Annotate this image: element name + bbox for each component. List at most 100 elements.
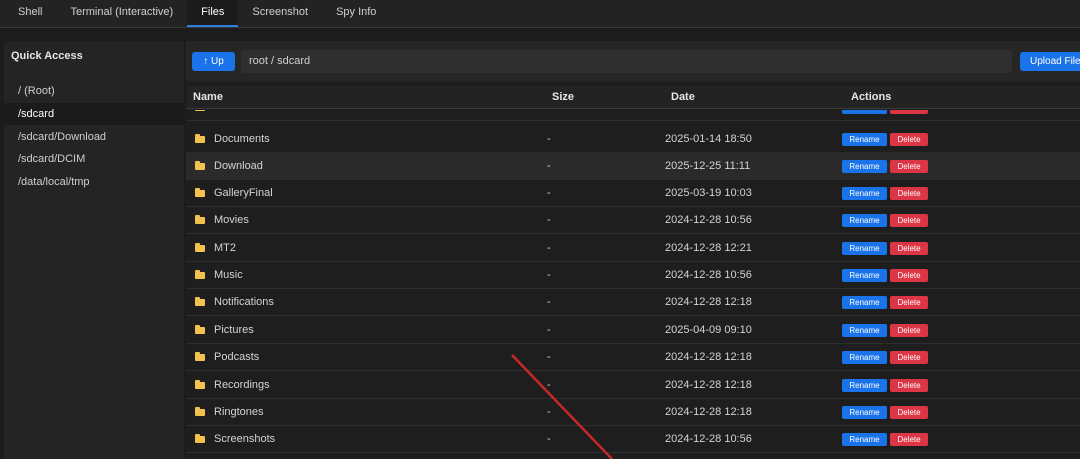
file-size: - xyxy=(547,406,551,418)
column-header-name[interactable]: Name xyxy=(193,86,223,108)
rename-button[interactable]: Rename xyxy=(842,160,887,173)
file-date: 2024-12-28 10:56 xyxy=(665,433,752,445)
file-size: - xyxy=(547,379,551,391)
folder-icon xyxy=(195,243,205,252)
tab-terminal-interactive[interactable]: Terminal (Interactive) xyxy=(56,0,187,27)
rename-button[interactable]: Rename xyxy=(842,269,887,282)
delete-button[interactable]: Delete xyxy=(890,160,928,173)
sidebar-item-sdcard[interactable]: /sdcard xyxy=(4,103,184,125)
upload-file-button[interactable]: Upload File xyxy=(1020,52,1080,71)
table-row[interactable]: Pictures - 2025-04-09 09:10 Rename Delet… xyxy=(186,317,1080,344)
table-header: Name Size Date Actions xyxy=(186,86,1080,109)
folder-icon xyxy=(195,270,205,279)
file-name[interactable]: Documents xyxy=(214,126,270,153)
delete-button[interactable]: Delete xyxy=(890,296,928,309)
delete-button[interactable]: Delete xyxy=(890,406,928,419)
sidebar-item-root[interactable]: / (Root) xyxy=(4,80,184,102)
rename-button[interactable]: Rename xyxy=(842,406,887,419)
table-row[interactable]: DCIM - 2025-03-19 10:03 Rename Delete xyxy=(186,110,1080,121)
file-size: - xyxy=(547,133,551,145)
rename-button[interactable]: Rename xyxy=(842,351,887,364)
file-name[interactable]: Notifications xyxy=(214,289,274,316)
table-row[interactable]: Movies - 2024-12-28 10:56 Rename Delete xyxy=(186,207,1080,234)
table-row[interactable]: Podcasts - 2024-12-28 12:18 Rename Delet… xyxy=(186,344,1080,371)
delete-button[interactable]: Delete xyxy=(890,214,928,227)
delete-button[interactable]: Delete xyxy=(890,187,928,200)
delete-button[interactable]: Delete xyxy=(890,242,928,255)
tab-screenshot[interactable]: Screenshot xyxy=(238,0,322,27)
file-name[interactable]: Screenshots xyxy=(214,426,275,453)
sidebar-item-data-local-tmp[interactable]: /data/local/tmp xyxy=(4,171,184,193)
file-name[interactable]: Recordings xyxy=(214,372,270,399)
up-button[interactable]: ↑ Up xyxy=(192,52,235,71)
sidebar-item-sdcard-dcim[interactable]: /sdcard/DCIM xyxy=(4,148,184,170)
file-size: - xyxy=(547,160,551,172)
column-header-date[interactable]: Date xyxy=(671,86,695,108)
rename-button[interactable]: Rename xyxy=(842,187,887,200)
file-size: - xyxy=(547,351,551,363)
tab-spy-info[interactable]: Spy Info xyxy=(322,0,390,27)
file-name[interactable]: Download xyxy=(214,153,263,180)
file-toolbar: ↑ Up root / sdcard Upload File xyxy=(186,41,1080,81)
path-breadcrumb[interactable]: root / sdcard xyxy=(241,50,1012,73)
file-size: - xyxy=(547,269,551,281)
folder-icon xyxy=(195,161,205,170)
file-name[interactable]: Movies xyxy=(214,207,249,234)
rename-button[interactable]: Rename xyxy=(842,433,887,446)
folder-icon xyxy=(195,134,205,143)
table-row[interactable]: Ringtones - 2024-12-28 12:18 Rename Dele… xyxy=(186,399,1080,426)
delete-button[interactable]: Delete xyxy=(890,379,928,392)
file-size: - xyxy=(547,433,551,445)
file-name[interactable]: DCIM xyxy=(214,110,242,121)
delete-button[interactable]: Delete xyxy=(890,324,928,337)
folder-icon xyxy=(195,110,205,111)
file-date: 2025-04-09 09:10 xyxy=(665,324,752,336)
delete-button[interactable]: Delete xyxy=(890,433,928,446)
file-date: 2024-12-28 12:18 xyxy=(665,296,752,308)
table-row[interactable]: Music - 2024-12-28 10:56 Rename Delete xyxy=(186,262,1080,289)
rename-button[interactable]: Rename xyxy=(842,110,887,114)
file-date: 2024-12-28 12:18 xyxy=(665,406,752,418)
file-browser: ↑ Up root / sdcard Upload File Name Size… xyxy=(186,41,1080,459)
rename-button[interactable]: Rename xyxy=(842,214,887,227)
file-date: 2024-12-28 12:21 xyxy=(665,242,752,254)
column-header-size[interactable]: Size xyxy=(552,86,574,108)
table-row[interactable]: Notifications - 2024-12-28 12:18 Rename … xyxy=(186,289,1080,316)
file-name[interactable]: Music xyxy=(214,262,243,289)
folder-icon xyxy=(195,407,205,416)
file-date: 2024-12-28 10:56 xyxy=(665,214,752,226)
rename-button[interactable]: Rename xyxy=(842,379,887,392)
rename-button[interactable]: Rename xyxy=(842,242,887,255)
tab-shell[interactable]: Shell xyxy=(0,0,56,27)
table-row[interactable]: Documents - 2025-01-14 18:50 Rename Dele… xyxy=(186,126,1080,153)
file-name[interactable]: Podcasts xyxy=(214,344,259,371)
table-row[interactable]: Download - 2025-12-25 11:11 Rename Delet… xyxy=(186,153,1080,180)
delete-button[interactable]: Delete xyxy=(890,110,928,114)
rename-button[interactable]: Rename xyxy=(842,296,887,309)
folder-icon xyxy=(195,380,205,389)
column-header-actions: Actions xyxy=(851,91,892,103)
table-row[interactable]: MT2 - 2024-12-28 12:21 Rename Delete xyxy=(186,235,1080,262)
table-row[interactable]: Recordings - 2024-12-28 12:18 Rename Del… xyxy=(186,372,1080,399)
file-date: 2024-12-28 10:56 xyxy=(665,269,752,281)
delete-button[interactable]: Delete xyxy=(890,133,928,146)
file-size: - xyxy=(547,214,551,226)
rename-button[interactable]: Rename xyxy=(842,324,887,337)
file-name[interactable]: MT2 xyxy=(214,235,236,262)
file-size: - xyxy=(547,110,551,121)
tab-files[interactable]: Files xyxy=(187,0,239,27)
table-row[interactable]: GalleryFinal - 2025-03-19 10:03 Rename D… xyxy=(186,180,1080,207)
folder-icon xyxy=(195,215,205,224)
table-row[interactable]: Screenshots - 2024-12-28 10:56 Rename De… xyxy=(186,426,1080,453)
file-name[interactable]: Ringtones xyxy=(214,399,264,426)
sidebar-item-sdcard-download[interactable]: /sdcard/Download xyxy=(4,126,184,148)
file-date: 2024-12-28 12:18 xyxy=(665,351,752,363)
file-name[interactable]: Pictures xyxy=(214,317,254,344)
rename-button[interactable]: Rename xyxy=(842,133,887,146)
file-date: 2024-12-28 12:18 xyxy=(665,379,752,391)
file-date: 2025-12-25 11:11 xyxy=(665,160,751,172)
file-name[interactable]: GalleryFinal xyxy=(214,180,273,207)
delete-button[interactable]: Delete xyxy=(890,269,928,282)
folder-icon xyxy=(195,188,205,197)
delete-button[interactable]: Delete xyxy=(890,351,928,364)
